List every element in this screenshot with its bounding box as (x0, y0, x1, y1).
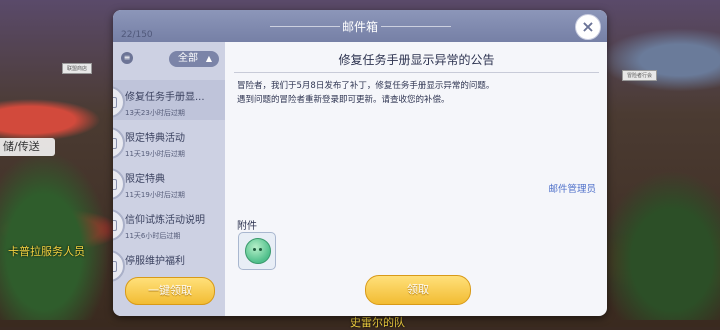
mail-item[interactable]: 修复任务手册显... 13天23小时后过期 (113, 80, 225, 120)
list-icon[interactable]: ≡ (121, 52, 133, 64)
claim-all-button[interactable]: 一键领取 (125, 277, 215, 305)
attachment-label: 附件 (237, 221, 257, 232)
mail-item[interactable]: 信仰试炼活动说明 11天6小时后过期 (113, 203, 225, 243)
title-decoration (381, 26, 451, 27)
caret-up-icon: ▲ (205, 54, 212, 63)
mail-title: 修复任务手册显示异常的公告 (338, 53, 495, 67)
mail-subject: 修复任务手册显... (125, 92, 205, 103)
bg-sign: 冒险者行会 (622, 70, 658, 81)
mail-subject: 信仰试炼活动说明 (125, 215, 205, 226)
background-foliage (600, 170, 720, 320)
mail-expiry: 11天19小时后过期 (125, 150, 185, 158)
mail-sender: 邮件管理员 (548, 184, 596, 195)
mail-subject: 限定特典 (125, 174, 165, 185)
mail-expiry: 11天19小时后过期 (125, 191, 185, 199)
mail-count: 22/150 (121, 30, 153, 40)
dialog-titlebar: 邮件箱 22/150 × (113, 10, 607, 42)
filter-label: 全部 (178, 53, 198, 64)
mail-content: 修复任务手册显示异常的公告 冒险者，我们于5月8日发布了补丁，修复任务手册显示异… (226, 42, 607, 316)
attachment-item[interactable] (238, 232, 276, 270)
background-foliage (0, 150, 110, 320)
mail-item[interactable]: 限定特典 11天19小时后过期 (113, 162, 225, 202)
mail-subject: 限定特典活动 (125, 133, 185, 144)
envelope-icon (113, 209, 125, 241)
mail-body: 冒险者，我们于5月8日发布了补丁，修复任务手册显示异常的问题。 遇到问题的冒险者… (237, 79, 597, 107)
sidebar-header: ≡ 全部 ▲ (113, 42, 225, 72)
mail-expiry: 13天23小时后过期 (125, 109, 185, 117)
mailbox-dialog: 邮件箱 22/150 × ≡ 全部 ▲ 修复任务手册显... 13天23小时后过… (113, 10, 607, 316)
slime-orb-icon (245, 238, 271, 264)
mail-list: 修复任务手册显... 13天23小时后过期 限定特典活动 11天19小时后过期 … (113, 80, 225, 285)
envelope-icon (113, 127, 125, 159)
dialog-title: 邮件箱 (341, 20, 378, 34)
close-button[interactable]: × (575, 14, 601, 40)
gift-envelope-icon (113, 86, 125, 118)
bg-npc-label: 卡普拉服务人员 (8, 245, 85, 258)
envelope-icon (113, 168, 125, 200)
mail-item[interactable]: 限定特典活动 11天19小时后过期 (113, 121, 225, 161)
mail-subject: 停服维护福利 (125, 256, 185, 267)
bg-teleport-button[interactable]: 储/传送 (0, 138, 55, 156)
claim-button[interactable]: 领取 (365, 275, 471, 305)
mail-sidebar: ≡ 全部 ▲ 修复任务手册显... 13天23小时后过期 限定特典活动 11天1… (113, 42, 225, 316)
mail-body-line: 冒险者，我们于5月8日发布了补丁，修复任务手册显示异常的问题。 (237, 81, 495, 91)
mail-expiry: 11天6小时后过期 (125, 232, 181, 240)
filter-dropdown[interactable]: 全部 ▲ (169, 51, 219, 67)
divider (234, 72, 599, 73)
envelope-icon (113, 250, 125, 282)
bg-npc-label: 史雷尔的队 (350, 316, 405, 329)
bg-sign: 联盟商店 (62, 63, 93, 74)
mail-body-line: 遇到问题的冒险者重新登录即可更新。请查收您的补偿。 (237, 95, 450, 105)
